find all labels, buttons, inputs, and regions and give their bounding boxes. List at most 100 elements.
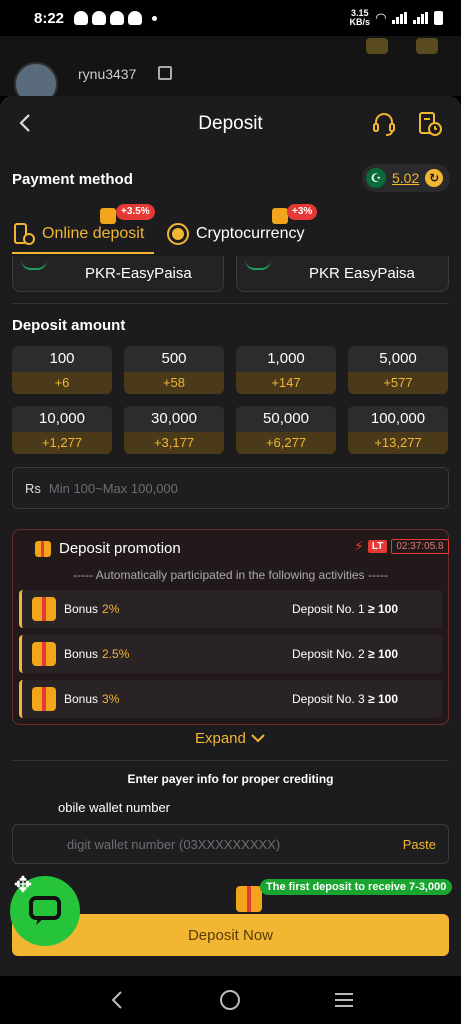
amount-bonus: +3,177: [124, 432, 224, 454]
amount-option-500[interactable]: 500 +58: [124, 346, 224, 394]
deposit-amount-label: Deposit amount: [12, 317, 126, 334]
paste-button[interactable]: Paste: [403, 837, 436, 852]
wallet-number-field[interactable]: Paste: [12, 824, 449, 864]
deposit-requirement: Deposit No. 1 ≥ 100: [292, 602, 398, 616]
amount-option-5000[interactable]: 5,000 +577: [348, 346, 448, 394]
pakistan-flag-icon: ☪: [366, 168, 386, 188]
deposit-number: Deposit No. 3: [292, 692, 365, 706]
tab-cryptocurrency[interactable]: Cryptocurrency: [166, 222, 304, 246]
username: rynu3437: [78, 66, 137, 82]
bonus-percent: 2.5%: [102, 647, 130, 661]
deposit-minimum: ≥ 100: [368, 692, 398, 706]
amount-option-100[interactable]: 100 +6: [12, 346, 112, 394]
bonus-label: Bonus: [64, 647, 99, 661]
copy-icon: [158, 66, 172, 80]
deposit-minimum: ≥ 100: [368, 647, 398, 661]
amount-input[interactable]: [48, 480, 429, 496]
gift-icon: [32, 687, 56, 711]
bonus-label: Bonus: [64, 602, 99, 616]
deposit-number: Deposit No. 1: [292, 602, 365, 616]
nav-recents-button[interactable]: [324, 980, 364, 1020]
tab-online-deposit[interactable]: Online deposit: [12, 222, 144, 246]
amount-bonus: +58: [124, 372, 224, 394]
lt-tag: LT: [367, 540, 388, 553]
deposit-requirement: Deposit No. 3 ≥ 100: [292, 692, 398, 706]
amount-option-10000[interactable]: 10,000 +1,277: [12, 406, 112, 454]
amount-value: 500: [161, 350, 187, 367]
refresh-icon[interactable]: ↻: [425, 169, 444, 187]
status-time: 8:22: [34, 9, 65, 27]
nav-back-button[interactable]: [97, 980, 137, 1020]
amount-field[interactable]: Rs: [12, 467, 449, 509]
promotion-row: Bonus 2% Deposit No. 1 ≥ 100: [19, 590, 442, 628]
crypto-coin-icon: [167, 223, 189, 245]
history-button[interactable]: [416, 110, 444, 138]
sheet-header: Deposit: [0, 96, 461, 152]
snapchat-icon: [92, 11, 107, 25]
amount-value: 100,000: [370, 410, 426, 427]
tab-online-label: Online deposit: [42, 225, 145, 242]
amount-option-30000[interactable]: 30,000 +3,177: [124, 406, 224, 454]
signal-icon: [413, 12, 428, 24]
countdown-timer: 02:37:05.8: [391, 539, 449, 554]
amount-bonus: +1,277: [12, 432, 112, 454]
easypaisa-logo-icon: [21, 260, 47, 270]
battery-icon: [434, 11, 443, 25]
nav-home-button[interactable]: [210, 980, 250, 1020]
deposit-sheet: Deposit Payment method ☪ 5.02 ↻ +3.5% +3…: [0, 96, 461, 976]
wifi-icon: ◠: [376, 10, 386, 25]
amount-value: 5,000: [379, 350, 417, 367]
balance-amount: 5.02: [392, 170, 420, 186]
snapchat-icon: [110, 11, 125, 25]
chat-icon: [29, 896, 61, 925]
promotion-row: Bonus 3% Deposit No. 3 ≥ 100: [19, 680, 442, 718]
promotion-title: Deposit promotion: [35, 540, 181, 557]
first-deposit-banner: The first deposit to receive 7-3,000: [260, 879, 453, 895]
wallet-number-input[interactable]: [67, 836, 397, 852]
method-easypaisa-2[interactable]: PKR EasyPaisa: [236, 256, 449, 292]
message-icon: [416, 38, 438, 54]
navigation-bar: [0, 976, 461, 1024]
amount-bonus: +13,277: [348, 432, 448, 454]
amount-bonus: +6: [12, 372, 112, 394]
amount-value: 100: [49, 350, 75, 367]
more-notifications-dot: [152, 15, 158, 21]
amount-value: 1,000: [267, 350, 305, 367]
promotion-title-text: Deposit promotion: [59, 540, 181, 557]
wallet-number-label: obile wallet number: [58, 800, 171, 815]
support-button[interactable]: [370, 110, 398, 138]
amount-options: 100 +6 500 +58 1,000 +147 5,000 +577 10,000 +…: [12, 346, 449, 454]
expand-button[interactable]: Expand: [0, 730, 461, 747]
deposit-minimum: ≥ 100: [368, 602, 398, 616]
amount-bonus: +6,277: [236, 432, 336, 454]
currency-label: Rs: [25, 480, 41, 496]
move-icon[interactable]: ✥: [10, 872, 36, 898]
amount-option-1000[interactable]: 1,000 +147: [236, 346, 336, 394]
support-headset-icon: [373, 113, 395, 136]
amount-bonus: +577: [348, 372, 448, 394]
amount-option-100000[interactable]: 100,000 +13,277: [348, 406, 448, 454]
back-button[interactable]: [10, 108, 40, 138]
method-label: PKR-EasyPaisa: [85, 265, 192, 282]
history-icon: [419, 112, 442, 136]
method-label: PKR EasyPaisa: [309, 265, 415, 282]
snapchat-icon: [128, 11, 143, 25]
bonus-percent: 3%: [102, 692, 120, 706]
tab-crypto-label: Cryptocurrency: [196, 225, 305, 242]
snapchat-icon: [74, 11, 89, 25]
lightning-icon: ⚡: [354, 538, 364, 554]
page-title: Deposit: [198, 113, 263, 134]
easypaisa-logo-icon: [245, 260, 271, 270]
amount-bonus: +147: [236, 372, 336, 394]
status-bar: 8:22 3.15 KB/s ◠: [0, 0, 461, 36]
bonus-percent: 2%: [102, 602, 120, 616]
method-easypaisa-1[interactable]: PKR-EasyPaisa: [12, 256, 224, 292]
nav-back-icon: [111, 991, 122, 1009]
active-tab-indicator: [12, 252, 154, 254]
divider: [12, 303, 449, 304]
limited-time: ⚡ LT 02:37:05.8: [354, 538, 449, 555]
amount-option-50000[interactable]: 50,000 +6,277: [236, 406, 336, 454]
gift-icon: [32, 642, 56, 666]
promotion-subtitle: ----- Automatically participated in the …: [73, 568, 388, 582]
bonus-label: Bonus: [64, 692, 99, 706]
